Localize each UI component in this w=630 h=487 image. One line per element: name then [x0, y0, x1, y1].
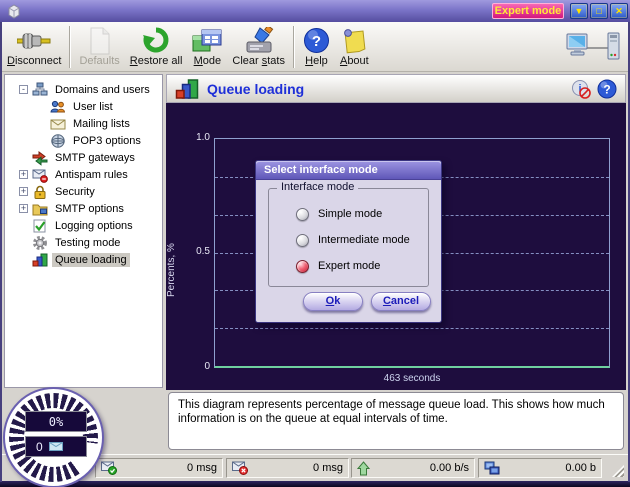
help-icon[interactable]: ?: [597, 79, 617, 99]
clear-stats-button[interactable]: Clear stats: [227, 24, 290, 70]
radio-button-selected-icon[interactable]: [296, 260, 309, 273]
about-button[interactable]: About: [335, 24, 374, 70]
status-traffic-total: 0.00 b: [478, 458, 602, 478]
disconnect-button[interactable]: Disconnect: [2, 24, 66, 70]
tree-item-user-list[interactable]: User list: [5, 98, 162, 115]
restore-arrow-icon: [142, 26, 170, 55]
status-upload-speed: 0.00 b/s: [351, 458, 475, 478]
resize-grip[interactable]: [612, 465, 624, 477]
window-bottom-edge: [0, 481, 630, 487]
toolbar-button-label: Restore all: [130, 55, 183, 68]
mini-envelope-icon: [49, 442, 63, 451]
mail-error-icon: [232, 461, 248, 475]
connection-status-icon: [566, 31, 622, 63]
pop3-options-icon: [50, 133, 66, 149]
y-axis-label: Percents, %: [166, 215, 182, 325]
toolbar-button-label: Defaults: [79, 55, 119, 68]
toolbar: Disconnect Defaults Restore all: [0, 22, 630, 72]
collapse-box-icon[interactable]: -: [19, 85, 28, 94]
y-tick-label: 1.0: [178, 132, 210, 143]
shade-window-button[interactable]: ▼: [570, 3, 588, 19]
status-received-messages: 0 msg: [95, 458, 223, 478]
navigation-tree: - Domains and users User list Mailing li…: [4, 74, 163, 388]
cancel-button[interactable]: Cancel: [371, 292, 431, 311]
info-disabled-icon[interactable]: i: [571, 79, 591, 99]
help-question-icon: ?: [303, 26, 330, 55]
radio-button-icon[interactable]: [296, 234, 309, 247]
status-error-messages: 0 msg: [226, 458, 349, 478]
expand-box-icon[interactable]: +: [19, 204, 28, 213]
mailing-lists-icon: [50, 116, 66, 132]
defaults-button: Defaults: [74, 24, 124, 70]
network-traffic-icon: [484, 461, 500, 476]
domains-icon: [32, 82, 48, 98]
app-cube-icon: [5, 2, 23, 20]
blank-page-icon: [88, 26, 112, 55]
toolbar-button-label: About: [340, 55, 369, 68]
svg-text:?: ?: [603, 82, 610, 96]
toolbar-separator: [293, 26, 295, 68]
security-lock-icon: [32, 184, 48, 200]
toolbar-button-label: Help: [305, 55, 328, 68]
dialog-title-bar[interactable]: Select interface mode: [256, 161, 441, 180]
testing-mode-gear-icon: [32, 235, 48, 251]
tree-item-logging-options[interactable]: Logging options: [5, 217, 162, 234]
antispam-rules-icon: [32, 167, 48, 183]
tree-item-pop3-options[interactable]: POP3 options: [5, 132, 162, 149]
queue-loading-chart-icon: [32, 252, 48, 268]
disconnect-plug-icon: [17, 26, 51, 55]
radio-button-icon[interactable]: [296, 208, 309, 221]
description-box: This diagram represents percentage of me…: [168, 392, 624, 450]
mode-button[interactable]: Mode: [187, 24, 227, 70]
smtp-options-icon: [32, 201, 48, 217]
expert-mode-badge: Expert mode: [492, 3, 564, 19]
radio-intermediate-mode[interactable]: Intermediate mode: [296, 232, 410, 248]
user-list-icon: [50, 99, 66, 115]
restore-all-button[interactable]: Restore all: [125, 24, 188, 70]
close-button[interactable]: ✕: [610, 3, 628, 19]
clear-stats-brush-icon: [244, 26, 274, 55]
tree-item-security[interactable]: + Security: [5, 183, 162, 200]
toolbar-button-label: Mode: [194, 55, 222, 68]
svg-text:?: ?: [312, 33, 321, 50]
tree-item-testing-mode[interactable]: Testing mode: [5, 234, 162, 251]
page-title: Queue loading: [207, 81, 304, 97]
page-header: Queue loading i ?: [166, 74, 626, 103]
upload-arrow-icon: [357, 461, 370, 476]
gridline: [215, 328, 609, 329]
toolbar-button-label: Disconnect: [7, 55, 61, 68]
expand-box-icon[interactable]: +: [19, 170, 28, 179]
about-note-icon: [340, 26, 368, 55]
mode-windows-icon: [192, 26, 222, 55]
x-axis-label: 463 seconds: [214, 373, 610, 384]
logging-options-icon: [32, 218, 48, 234]
tree-item-smtp-gateways[interactable]: SMTP gateways: [5, 149, 162, 166]
mail-ok-icon: [101, 461, 117, 475]
gauge-count-display: 0: [25, 436, 87, 457]
y-tick-label: 0: [178, 361, 210, 372]
help-button[interactable]: ? Help: [298, 24, 335, 70]
title-bar[interactable]: Expert mode ▼ □ ✕: [0, 0, 630, 22]
tree-item-antispam-rules[interactable]: + Antispam rules: [5, 166, 162, 183]
tree-item-queue-loading[interactable]: Queue loading: [5, 251, 162, 268]
tree-item-smtp-options[interactable]: + SMTP options: [5, 200, 162, 217]
toolbar-button-label: Clear stats: [232, 55, 285, 68]
expand-box-icon[interactable]: +: [19, 187, 28, 196]
tree-item-mailing-lists[interactable]: Mailing lists: [5, 115, 162, 132]
gauge-percent-display: 0%: [25, 411, 87, 432]
app-window: Expert mode ▼ □ ✕ Disconnect: [0, 0, 630, 487]
tree-item-domains-and-users[interactable]: - Domains and users: [5, 81, 162, 98]
select-interface-mode-dialog: Select interface mode Interface mode Sim…: [255, 160, 442, 323]
queue-loading-chart-icon: [175, 77, 199, 101]
toolbar-separator: [69, 26, 71, 68]
window-left-edge: [0, 22, 2, 482]
ok-button[interactable]: Ok: [303, 292, 363, 311]
y-tick-label: 0.5: [178, 246, 210, 257]
maximize-button[interactable]: □: [590, 3, 608, 19]
radio-expert-mode[interactable]: Expert mode: [296, 258, 380, 274]
smtp-gateways-icon: [32, 150, 48, 166]
radio-simple-mode[interactable]: Simple mode: [296, 206, 382, 222]
